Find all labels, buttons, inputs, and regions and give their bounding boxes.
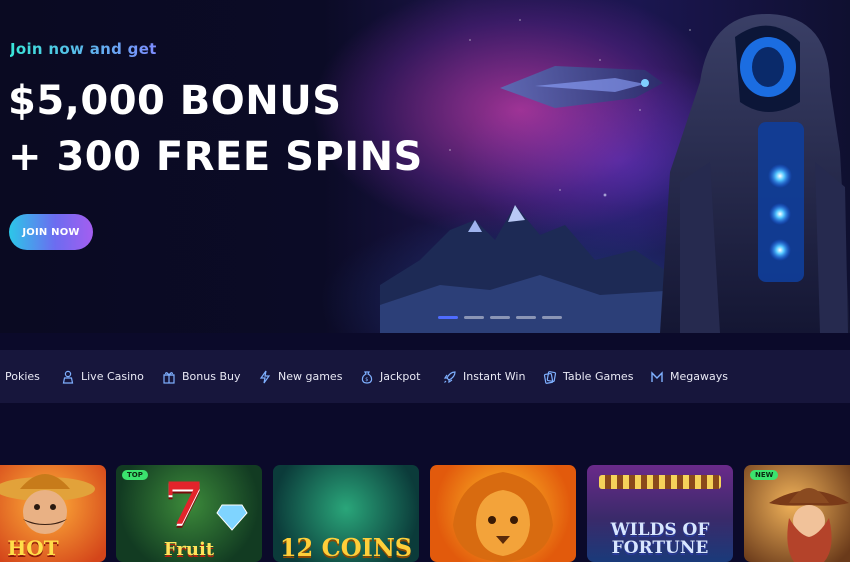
game-card-hot[interactable]: HOT	[0, 465, 106, 562]
rocket-icon	[443, 370, 456, 383]
diamond-icon	[216, 504, 248, 531]
category-nav: Pokies Live Casino Bonus Buy New games $…	[0, 350, 850, 403]
lion-head-art	[453, 472, 553, 562]
category-megaways[interactable]: Megaways	[650, 350, 728, 403]
mountain-landscape	[380, 205, 680, 333]
category-jackpot[interactable]: $ Jackpot	[360, 350, 420, 403]
game-card-cowgirl[interactable]: NEW	[744, 465, 850, 562]
game-title: HOT	[7, 536, 59, 560]
category-new-games[interactable]: New games	[258, 350, 342, 403]
category-label: Live Casino	[81, 370, 144, 383]
game-title: WILDS OF FORTUNE	[610, 520, 710, 559]
carousel-indicators	[438, 316, 562, 319]
hero-headline-spins: + 300 FREE SPINS	[8, 134, 423, 180]
game-grid: HOT TOP 7 Fruit 12 COINS WILDS OF FORTUN…	[0, 465, 850, 562]
carousel-dot[interactable]	[516, 316, 536, 319]
svg-text:$: $	[365, 377, 368, 383]
carousel-dot[interactable]	[542, 316, 562, 319]
gift-icon	[163, 371, 175, 384]
lightning-icon	[259, 370, 271, 383]
seven-symbol: 7	[164, 470, 205, 538]
category-instant-win[interactable]: Instant Win	[443, 350, 525, 403]
hero-subtitle: Join now and get	[10, 40, 157, 58]
marquee-lights	[599, 475, 721, 489]
top-badge: TOP	[122, 470, 148, 480]
mariachi-character-art	[0, 474, 95, 534]
game-card-12-coins[interactable]: 12 COINS	[273, 465, 419, 562]
hooded-cyborg-illustration	[660, 13, 850, 333]
category-label: New games	[278, 370, 343, 383]
category-bonus-buy[interactable]: Bonus Buy	[162, 350, 240, 403]
hero-headline-bonus: $5,000 BONUS	[8, 78, 342, 124]
game-card-fruit[interactable]: TOP 7 Fruit	[116, 465, 262, 562]
hero-banner: Join now and get $5,000 BONUS + 300 FREE…	[0, 0, 850, 333]
category-label: Megaways	[670, 370, 728, 383]
game-title: 12 COINS	[279, 533, 413, 562]
category-label: Instant Win	[463, 370, 526, 383]
category-live-casino[interactable]: Live Casino	[61, 350, 144, 403]
game-card-wilds-of-fortune[interactable]: WILDS OF FORTUNE	[587, 465, 733, 562]
carousel-dot[interactable]	[438, 316, 458, 319]
game-card-lion[interactable]	[430, 465, 576, 562]
cards-icon	[543, 370, 557, 384]
money-bag-icon: $	[361, 370, 373, 384]
dealer-icon	[62, 370, 74, 384]
category-table-games[interactable]: Table Games	[543, 350, 633, 403]
category-label: Pokies	[5, 370, 40, 383]
m-icon	[651, 370, 663, 382]
category-label: Table Games	[563, 370, 634, 383]
category-label: Jackpot	[380, 370, 421, 383]
carousel-dot[interactable]	[490, 316, 510, 319]
game-title: Fruit	[163, 539, 215, 560]
cowgirl-character-art	[769, 488, 849, 562]
join-now-button[interactable]: JOIN NOW	[9, 214, 93, 250]
category-label: Bonus Buy	[182, 370, 241, 383]
category-pokies[interactable]: Pokies	[5, 350, 40, 403]
carousel-dot[interactable]	[464, 316, 484, 319]
